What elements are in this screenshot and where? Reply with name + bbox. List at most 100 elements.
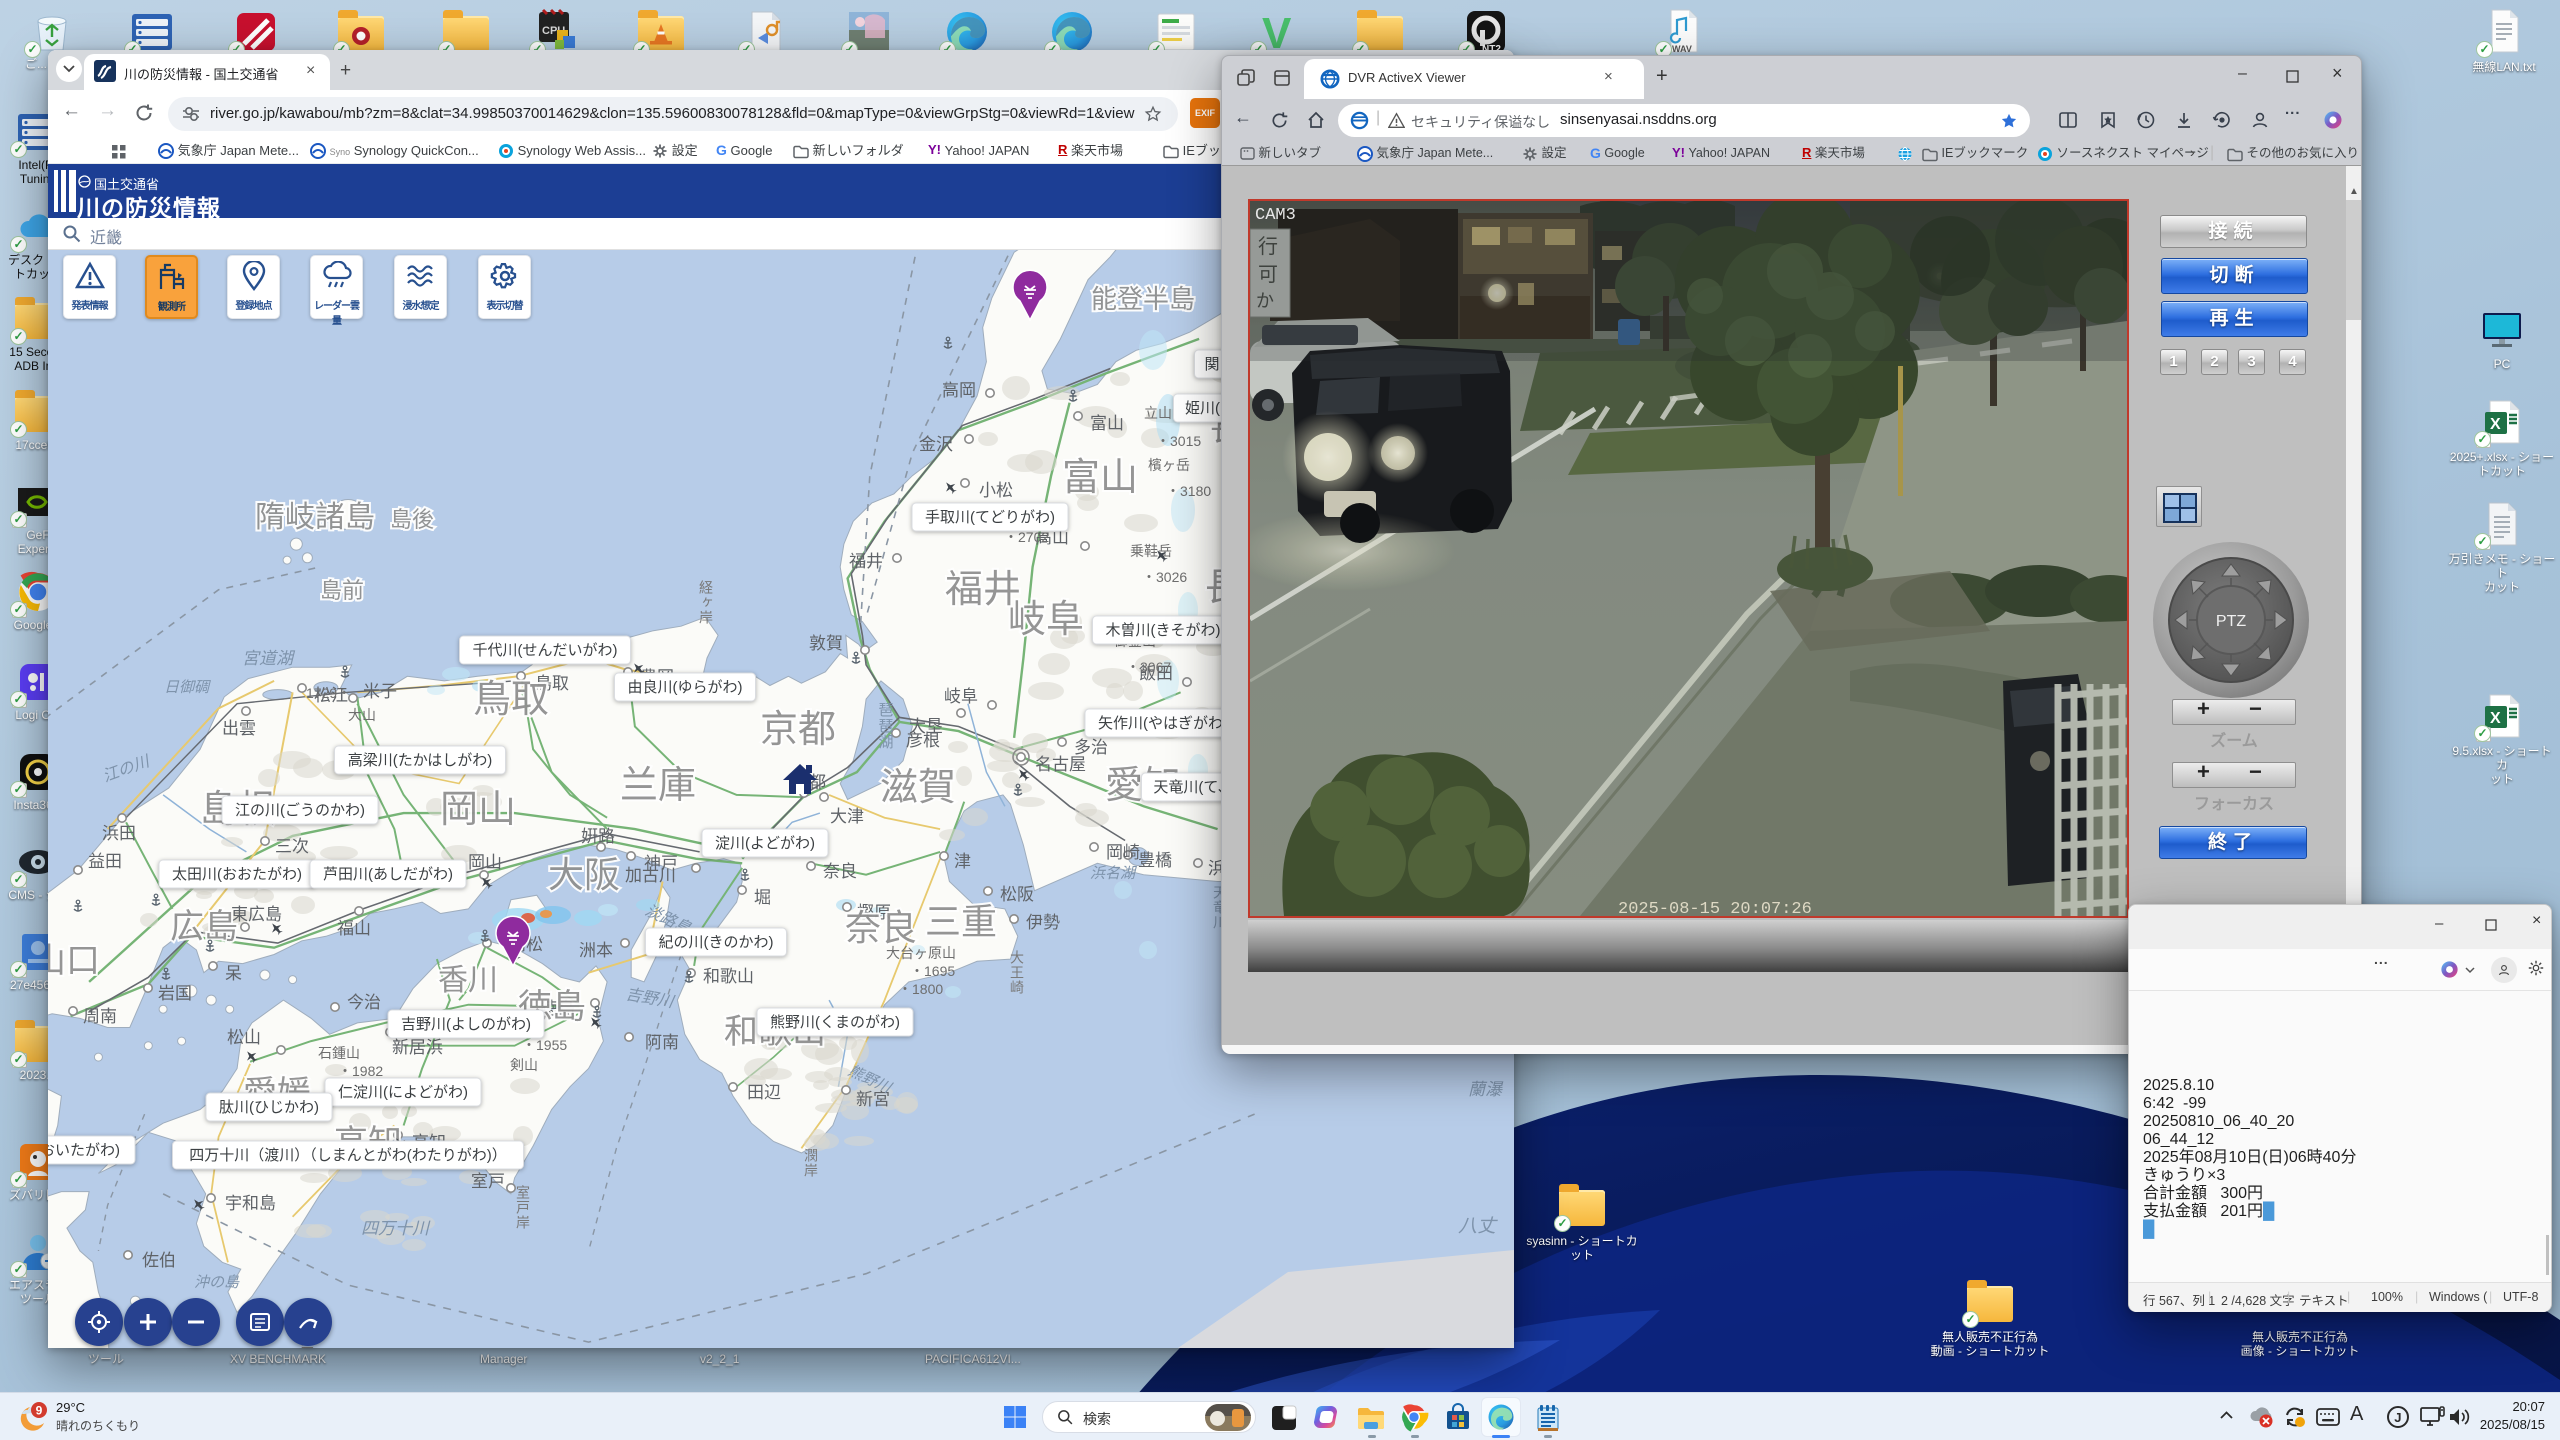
svg-text:津: 津: [954, 852, 971, 871]
svg-text:出雲: 出雲: [222, 719, 256, 738]
svg-text:益田: 益田: [88, 852, 122, 871]
svg-text:姸路: 姸路: [581, 827, 615, 846]
svg-text:浜田: 浜田: [102, 824, 136, 843]
svg-text:熊野川(くまのがわ): 熊野川(くまのがわ): [770, 1014, 900, 1031]
svg-text:岡山: 岡山: [440, 789, 516, 831]
svg-text:PTZ: PTZ: [2216, 613, 2246, 630]
svg-text:能登半島: 能登半島: [1091, 284, 1195, 314]
svg-text:関: 関: [1204, 356, 1219, 373]
svg-text:三次: 三次: [275, 837, 309, 856]
svg-text:・1955: ・1955: [522, 1037, 567, 1053]
svg-text:多治: 多治: [1074, 738, 1108, 757]
svg-text:敦賀: 敦賀: [809, 634, 843, 653]
svg-text:兰庫: 兰庫: [620, 765, 696, 807]
svg-text:日御碉: 日御碉: [164, 679, 211, 696]
svg-text:J: J: [2394, 1410, 2401, 1425]
svg-text:芦田川(あしだがわ): 芦田川(あしだがわ): [323, 866, 453, 883]
svg-text:洲本: 洲本: [579, 941, 613, 960]
svg-text:淀川(よどがわ): 淀川(よどがわ): [715, 835, 815, 852]
svg-text:室戸岸: 室戸岸: [515, 1184, 531, 1230]
svg-text:周南: 周南: [83, 1007, 117, 1026]
svg-text:八丈: 八丈: [1458, 1216, 1498, 1237]
svg-text:伊勢: 伊勢: [1026, 913, 1060, 932]
svg-text:吉野川(よしのがわ): 吉野川(よしのがわ): [401, 1016, 531, 1033]
svg-text:岐阜: 岐阜: [944, 687, 978, 706]
svg-text:仁淀川(によどがわ): 仁淀川(によどがわ): [338, 1084, 468, 1101]
svg-text:鳥取: 鳥取: [473, 679, 549, 721]
svg-text:手取川(てどりがわ): 手取川(てどりがわ): [925, 509, 1055, 526]
svg-text:富山: 富山: [1090, 414, 1124, 433]
svg-text:隋岐諸島: 隋岐諸島: [255, 501, 375, 534]
svg-text:京都: 京都: [760, 709, 836, 751]
svg-text:岡山: 岡山: [468, 853, 502, 872]
svg-text:大山: 大山: [348, 707, 376, 723]
svg-text:奈良: 奈良: [845, 907, 917, 948]
svg-text:和歌山: 和歌山: [703, 967, 754, 986]
svg-text:|(おおいたがわ): |(おおいたがわ): [48, 1142, 120, 1159]
svg-text:琶琶湖: 琶琶湖: [877, 702, 894, 750]
svg-text:・1982: ・1982: [338, 1063, 383, 1079]
svg-text:・1695: ・1695: [910, 963, 955, 979]
svg-text:室戸: 室戸: [471, 1172, 505, 1191]
svg-text:奈良: 奈良: [823, 862, 857, 881]
svg-text:WAV: WAV: [1672, 44, 1692, 54]
svg-text:呆: 呆: [225, 964, 242, 983]
svg-text:高梁川(たかはしがわ): 高梁川(たかはしがわ): [348, 752, 492, 769]
svg-text:岡崎: 岡崎: [1106, 843, 1140, 862]
svg-text:佐伯: 佐伯: [142, 1251, 176, 1270]
svg-text:金沢: 金沢: [919, 435, 953, 454]
svg-text:新居浜: 新居浜: [392, 1038, 443, 1057]
svg-text:彦根: 彦根: [906, 731, 940, 750]
svg-text:木曽川(きそがわ): 木曽川(きそがわ): [1106, 622, 1221, 639]
svg-text:肽川(ひじかわ): 肽川(ひじかわ): [219, 1099, 319, 1116]
svg-text:潣岸: 潣岸: [803, 1148, 819, 1178]
svg-text:四万十川: 四万十川: [361, 1219, 431, 1238]
svg-text:浜名湖: 浜名湖: [1090, 865, 1137, 882]
svg-text:小松: 小松: [979, 481, 1013, 500]
svg-text:東広島: 東広島: [231, 905, 282, 924]
svg-text:福井: 福井: [849, 552, 883, 571]
svg-text:紀の川(きのかわ): 紀の川(きのかわ): [659, 934, 774, 951]
svg-text:矢作川(やはぎがわ): 矢作川(やはぎがわ): [1098, 715, 1228, 732]
svg-text:蘭瀑: 蘭瀑: [1468, 1080, 1504, 1099]
svg-text:石鍾山: 石鍾山: [318, 1045, 360, 1061]
svg-text:宇和島: 宇和島: [225, 1194, 276, 1213]
svg-text:乗鞋岳: 乗鞋岳: [1130, 543, 1172, 559]
svg-text:大阪: 大阪: [548, 854, 620, 895]
svg-text:経ヶ岸: 経ヶ岸: [698, 580, 714, 625]
svg-text:堀: 堀: [754, 888, 771, 907]
svg-text:宮道湖: 宮道湖: [242, 649, 296, 668]
svg-text:X: X: [2490, 416, 2501, 433]
svg-text:大王崎: 大王崎: [1009, 950, 1025, 995]
svg-text:CAM3: CAM3: [1255, 206, 1296, 225]
svg-text:加古川: 加古川: [625, 866, 676, 885]
svg-text:・3026: ・3026: [1142, 569, 1187, 585]
svg-text:2025-08-15 20:07:26: 2025-08-15 20:07:26: [1618, 900, 1812, 916]
svg-text:立山: 立山: [1144, 405, 1172, 421]
svg-text:由良川(ゆらがわ): 由良川(ゆらがわ): [628, 679, 743, 696]
svg-text:阿南: 阿南: [645, 1033, 679, 1052]
svg-text:田辺: 田辺: [747, 1083, 781, 1102]
svg-text:松阪: 松阪: [1000, 885, 1034, 904]
svg-text:・1800: ・1800: [898, 981, 943, 997]
svg-text:岐阜: 岐阜: [1008, 599, 1084, 641]
svg-text:・3015: ・3015: [1156, 433, 1201, 449]
svg-text:沖の島: 沖の島: [194, 1274, 240, 1291]
svg-text:富山: 富山: [1062, 457, 1138, 499]
svg-text:名古屋: 名古屋: [1035, 755, 1086, 774]
svg-text:・3180: ・3180: [1166, 483, 1211, 499]
svg-text:1729・: 1729・: [306, 685, 351, 701]
svg-text:山口: 山口: [48, 942, 100, 980]
svg-text:今治: 今治: [347, 993, 381, 1012]
svg-text:豊橋: 豊橋: [1138, 851, 1172, 870]
svg-text:千代川(せんだいがわ): 千代川(せんだいがわ): [473, 642, 618, 659]
svg-text:江の川(ごうのかわ): 江の川(ごうのかわ): [235, 802, 365, 819]
svg-text:剣山: 剣山: [510, 1057, 538, 1073]
svg-text:X: X: [2490, 710, 2501, 727]
svg-text:島後: 島後: [390, 507, 434, 532]
svg-text:島前: 島前: [320, 578, 364, 603]
svg-text:岩国: 岩国: [158, 984, 192, 1003]
svg-text:三重: 三重: [925, 901, 997, 942]
svg-text:太田川(おおたがわ): 太田川(おおたがわ): [172, 866, 302, 883]
svg-text:高岡: 高岡: [942, 381, 976, 400]
